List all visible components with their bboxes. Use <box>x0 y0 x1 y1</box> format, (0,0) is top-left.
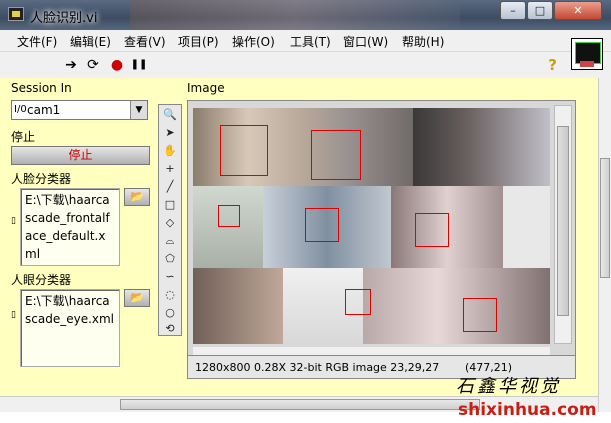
face-detection-box <box>218 205 240 227</box>
freehand-tool-icon[interactable]: ∽ <box>161 269 179 285</box>
stop-label: 停止 <box>11 130 36 144</box>
face-detection-box <box>463 298 497 332</box>
io-name-icon: I/0 <box>14 104 27 115</box>
face-browse-folder-icon[interactable]: 📂 <box>124 188 150 206</box>
photo-screen <box>503 186 550 268</box>
abort-icon[interactable]: ● <box>108 56 126 74</box>
path-icon: ▯ <box>11 310 16 320</box>
session-in-control[interactable]: I/0 cam1 ▼ <box>11 100 148 120</box>
broken-line-icon[interactable]: ⟲ <box>161 321 179 337</box>
photo-poster <box>413 108 550 186</box>
menu-operate[interactable]: 操作(O) <box>232 33 275 50</box>
crosshair-icon[interactable]: + <box>161 161 179 177</box>
menu-view[interactable]: 查看(V) <box>124 33 166 50</box>
face-classifier-label: 人脸分类器 <box>11 172 72 186</box>
rectangle-tool-icon[interactable]: □ <box>161 197 179 213</box>
window-titlebar[interactable]: 人脸识别.vi – □ ✕ <box>0 0 611 30</box>
freehand-region-icon[interactable]: ◌ <box>161 287 179 303</box>
image-display[interactable] <box>187 100 576 362</box>
pan-hand-icon[interactable]: ✋ <box>161 143 179 159</box>
menu-tools[interactable]: 工具(T) <box>290 33 331 50</box>
rotated-rect-tool-icon[interactable]: ◇ <box>161 215 179 231</box>
run-arrow-icon[interactable]: ➔ <box>62 56 80 74</box>
stop-button[interactable]: 停止 <box>11 146 150 165</box>
toolbar: ➔ ⟳ ● ❚❚ <box>0 52 611 78</box>
session-in-label: Session In <box>11 81 72 95</box>
menu-window[interactable]: 窗口(W) <box>343 33 388 50</box>
face-detection-box <box>311 130 361 180</box>
run-continuously-icon[interactable]: ⟳ <box>84 56 102 74</box>
camera-image[interactable] <box>193 108 550 344</box>
menu-edit[interactable]: 编辑(E) <box>70 33 111 50</box>
eye-classifier-label: 人眼分类器 <box>11 273 72 287</box>
vi-connector-icon <box>571 38 603 70</box>
scrollbar-thumb[interactable] <box>120 399 480 410</box>
labview-vi-icon <box>8 7 24 21</box>
dropdown-arrow-icon[interactable]: ▼ <box>130 101 147 119</box>
image-info-text: 1280x800 0.28X 32-bit RGB image 23,29,27 <box>195 361 440 374</box>
menu-help[interactable]: 帮助(H) <box>402 33 444 50</box>
oval-tool-icon[interactable]: ○ <box>161 305 179 321</box>
maximize-button[interactable]: □ <box>527 1 553 20</box>
front-panel: Session In I/0 cam1 ▼ 停止 停止 人脸分类器 ▯ E:\下… <box>0 78 598 396</box>
help-icon[interactable]: ? <box>548 56 557 74</box>
watermark-url: shixinhua.com <box>458 400 597 420</box>
pause-icon[interactable]: ❚❚ <box>130 56 148 74</box>
menu-bar: 文件(F) 编辑(E) 查看(V) 项目(P) 操作(O) 工具(T) 窗口(W… <box>0 30 611 52</box>
polygon-tool-icon[interactable]: ⬠ <box>161 251 179 267</box>
select-arrow-icon[interactable]: ➤ <box>161 125 179 141</box>
window-title: 人脸识别.vi <box>30 11 98 26</box>
menu-project[interactable]: 项目(P) <box>178 33 219 50</box>
photo-poster <box>193 268 283 344</box>
face-detection-box <box>415 213 449 247</box>
image-vertical-scrollbar[interactable] <box>554 105 572 344</box>
minimize-button[interactable]: – <box>500 1 526 20</box>
eye-browse-folder-icon[interactable]: 📂 <box>124 289 150 307</box>
panel-vertical-scrollbar[interactable] <box>598 78 611 412</box>
image-label: Image <box>187 81 225 95</box>
face-classifier-path[interactable]: E:\下载\haarcascade_frontalface_default.xm… <box>20 188 120 266</box>
photo-poster <box>193 186 263 268</box>
image-tools-palette: 🔍 ➤ ✋ + ╱ □ ◇ ⌓ ⬠ ∽ ◌ ○ ⟲ <box>158 104 182 336</box>
session-in-value: cam1 <box>27 103 61 117</box>
face-detection-box <box>345 289 371 315</box>
face-detection-box <box>305 208 339 242</box>
titlebar-background <box>130 0 460 30</box>
menu-file[interactable]: 文件(F) <box>17 33 57 50</box>
watermark-text: 石鑫华视觉 <box>456 376 561 397</box>
eye-classifier-path[interactable]: E:\下载\haarcascade_eye.xml <box>20 289 120 367</box>
path-icon: ▯ <box>11 216 16 226</box>
photo-poster <box>363 268 550 344</box>
line-tool-icon[interactable]: ╱ <box>161 179 179 195</box>
face-detection-box <box>220 125 268 176</box>
close-button[interactable]: ✕ <box>554 1 602 20</box>
scrollbar-thumb[interactable] <box>557 126 569 316</box>
annulus-tool-icon[interactable]: ⌓ <box>161 233 179 249</box>
scrollbar-thumb[interactable] <box>600 158 610 278</box>
zoom-icon[interactable]: 🔍 <box>161 107 179 123</box>
